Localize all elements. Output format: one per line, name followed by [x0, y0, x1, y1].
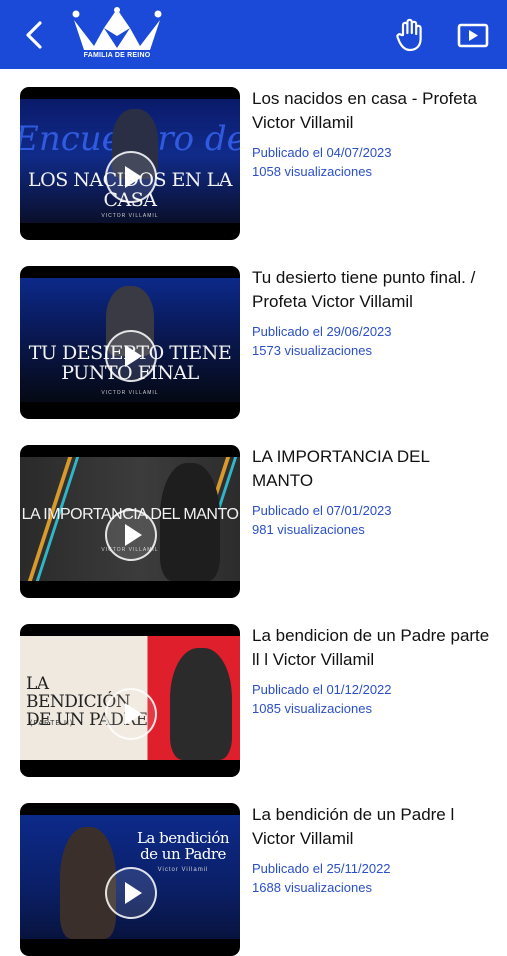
- video-title[interactable]: Tu desierto tiene punto final. / Profeta…: [252, 266, 492, 314]
- video-list-item[interactable]: TU DESIERTO TIENE PUNTO FINAL VICTOR VIL…: [0, 248, 507, 419]
- video-info: Tu desierto tiene punto final. / Profeta…: [252, 266, 492, 360]
- video-info: Los nacidos en casa - Profeta Victor Vil…: [252, 87, 492, 181]
- video-meta: Publicado el 01/12/2022 1085 visualizaci…: [252, 680, 492, 718]
- app-logo: FAMILIA DE REINO: [70, 6, 164, 64]
- publish-date: Publicado el 04/07/2023: [252, 145, 392, 160]
- view-count: 1688 visualizaciones: [252, 880, 372, 895]
- crown-icon: [72, 7, 162, 50]
- video-list-item[interactable]: LA BENDICIÓN DE UN PADRE (PARTE II) La b…: [0, 606, 507, 777]
- video-title[interactable]: Los nacidos en casa - Profeta Victor Vil…: [252, 87, 492, 135]
- back-arrow-icon[interactable]: [20, 18, 50, 52]
- video-info: La bendicion de un Padre parte ll l Vict…: [252, 624, 492, 718]
- hand-icon[interactable]: [394, 17, 426, 53]
- play-button[interactable]: [105, 509, 157, 561]
- video-title[interactable]: LA IMPORTANCIA DEL MANTO: [252, 445, 492, 493]
- video-thumbnail[interactable]: LA BENDICIÓN DE UN PADRE (PARTE II): [20, 624, 240, 777]
- video-thumbnail[interactable]: TU DESIERTO TIENE PUNTO FINAL VICTOR VIL…: [20, 266, 240, 419]
- view-count: 1573 visualizaciones: [252, 343, 372, 358]
- thumbnail-subtitle: VICTOR VILLAMIL: [101, 213, 159, 219]
- video-thumbnail[interactable]: Encuentro de LOS NACIDOS EN LA CASA VICT…: [20, 87, 240, 240]
- video-meta: Publicado el 25/11/2022 1688 visualizaci…: [252, 859, 492, 897]
- publish-date: Publicado el 29/06/2023: [252, 324, 392, 339]
- video-title[interactable]: La bendicion de un Padre parte ll l Vict…: [252, 624, 492, 672]
- publish-date: Publicado el 01/12/2022: [252, 682, 392, 697]
- video-info: La bendición de un Padre l Victor Villam…: [252, 803, 492, 897]
- video-title[interactable]: La bendición de un Padre l Victor Villam…: [252, 803, 492, 851]
- view-count: 1058 visualizaciones: [252, 164, 372, 179]
- view-count: 1085 visualizaciones: [252, 701, 372, 716]
- thumbnail-title: La bendición de un Padre: [136, 829, 230, 863]
- play-button[interactable]: [105, 688, 157, 740]
- video-meta: Publicado el 04/07/2023 1058 visualizaci…: [252, 143, 492, 181]
- video-list-item[interactable]: LA IMPORTANCIA DEL MANTO VICTOR VILLAMIL…: [0, 427, 507, 598]
- play-button[interactable]: [105, 151, 157, 203]
- top-app-bar: FAMILIA DE REINO: [0, 0, 507, 69]
- publish-date: Publicado el 07/01/2023: [252, 503, 392, 518]
- thumbnail-subtitle: VICTOR VILLAMIL: [101, 390, 159, 396]
- video-play-icon[interactable]: [456, 20, 490, 50]
- video-thumbnail[interactable]: LA IMPORTANCIA DEL MANTO VICTOR VILLAMIL: [20, 445, 240, 598]
- publish-date: Publicado el 25/11/2022: [252, 861, 391, 876]
- video-meta: Publicado el 07/01/2023 981 visualizacio…: [252, 501, 492, 539]
- video-thumbnail[interactable]: La bendición de un Padre Victor Villamil: [20, 803, 240, 956]
- play-button[interactable]: [105, 867, 157, 919]
- video-list-item[interactable]: La bendición de un Padre Victor Villamil…: [0, 785, 507, 956]
- play-button[interactable]: [105, 330, 157, 382]
- thumbnail-subtitle: (PARTE II): [30, 720, 74, 727]
- video-info: LA IMPORTANCIA DEL MANTO Publicado el 07…: [252, 445, 492, 539]
- video-list-item[interactable]: Encuentro de LOS NACIDOS EN LA CASA VICT…: [0, 69, 507, 240]
- view-count: 981 visualizaciones: [252, 522, 365, 537]
- logo-text: FAMILIA DE REINO: [83, 52, 151, 59]
- video-meta: Publicado el 29/06/2023 1573 visualizaci…: [252, 322, 492, 360]
